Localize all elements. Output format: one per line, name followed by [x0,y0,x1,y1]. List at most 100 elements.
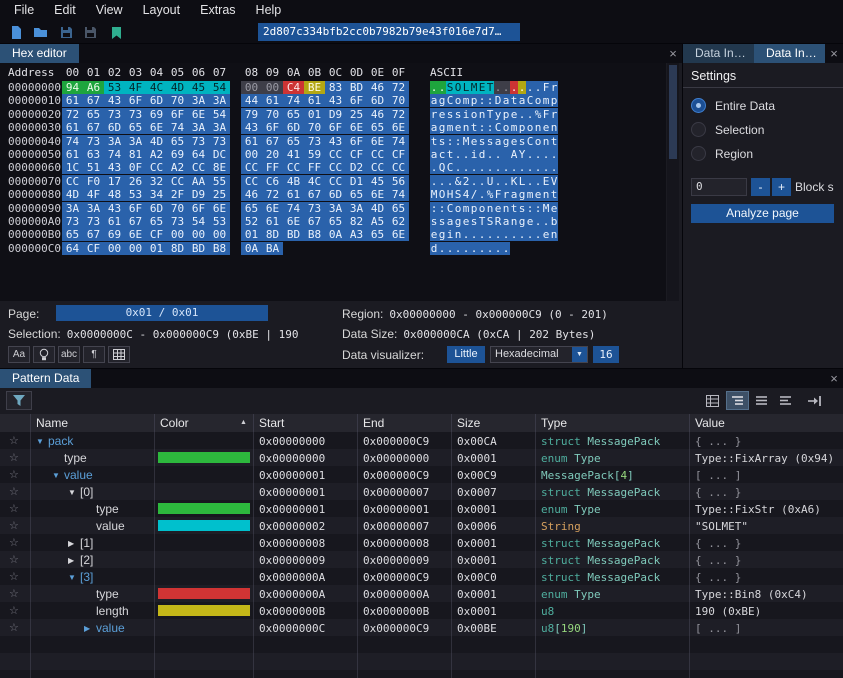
hex-byte[interactable]: 67 [83,121,104,134]
hex-byte[interactable]: 70 [388,94,409,107]
hex-byte[interactable]: 43 [325,94,346,107]
ascii-char[interactable]: . [430,81,438,94]
hex-byte[interactable]: 67 [83,228,104,241]
hex-byte[interactable]: 3A [209,121,230,134]
pattern-row[interactable]: ☆value0x000000020x000000070x0006String"S… [0,517,843,534]
hex-byte[interactable]: 61 [241,135,262,148]
hex-byte[interactable]: 6E [388,121,409,134]
ascii-char[interactable]: r [550,108,558,121]
hex-byte[interactable]: 70 [167,202,188,215]
hex-byte[interactable]: CC [62,175,83,188]
ascii-char[interactable]: e [550,202,558,215]
ascii-char[interactable]: . [486,242,494,255]
hex-byte[interactable]: 65 [346,188,367,201]
favorite-star-icon[interactable]: ☆ [9,519,19,532]
block-size-decrement-button[interactable]: - [751,178,770,196]
hex-byte[interactable]: A2 [146,148,167,161]
hex-byte[interactable]: 6E [367,135,388,148]
ascii-char[interactable]: . [454,148,462,161]
hex-byte[interactable]: 6F [325,121,346,134]
hex-byte[interactable]: 61 [304,94,325,107]
save-button[interactable] [56,24,76,41]
ascii-char[interactable]: . [478,242,486,255]
hex-byte[interactable]: 6E [388,228,409,241]
ascii-char[interactable]: m [446,121,454,134]
hex-byte[interactable]: 43 [104,94,125,107]
hex-byte[interactable]: 3A [188,94,209,107]
hex-byte[interactable]: CC [241,175,262,188]
hex-byte[interactable]: 59 [304,148,325,161]
hex-byte[interactable]: 0A [325,228,346,241]
ascii-char[interactable]: . [502,242,510,255]
ascii-char[interactable]: a [502,215,510,228]
align-view-button[interactable] [774,391,797,410]
create-bookmark-button[interactable] [106,24,126,41]
ascii-char[interactable]: a [494,135,502,148]
ascii-char[interactable]: A [510,148,518,161]
ascii-char[interactable]: T [486,81,494,94]
hex-byte[interactable]: 54 [209,108,230,121]
hex-byte[interactable]: 6E [262,202,283,215]
ascii-char[interactable]: L [518,175,526,188]
ascii-char[interactable]: . [526,108,534,121]
ascii-char[interactable]: E [478,81,486,94]
ascii-char[interactable]: . [494,242,502,255]
hex-byte[interactable]: 6E [367,188,388,201]
ascii-char[interactable]: . [470,175,478,188]
ascii-char[interactable]: : [454,135,462,148]
hex-byte[interactable]: 70 [262,108,283,121]
hex-byte[interactable]: 73 [209,135,230,148]
hex-byte[interactable]: 25 [209,188,230,201]
ascii-char[interactable]: & [454,175,462,188]
ascii-char[interactable]: : [478,94,486,107]
close-icon[interactable]: × [664,44,682,63]
hex-byte[interactable]: 72 [388,108,409,121]
ascii-char[interactable]: M [470,81,478,94]
ascii-char[interactable]: . [494,228,502,241]
ascii-char[interactable]: a [430,94,438,107]
pattern-row[interactable]: ☆▼pack0x000000000x000000C90x00CAstruct M… [0,432,843,449]
ascii-char[interactable]: d [478,148,486,161]
hex-byte[interactable]: 73 [83,215,104,228]
ascii-char[interactable]: M [462,135,470,148]
hex-byte[interactable]: CF [83,242,104,255]
hex-byte[interactable]: D1 [346,175,367,188]
ascii-char[interactable]: S [446,81,454,94]
hex-byte[interactable]: 25 [346,108,367,121]
ascii-char[interactable]: m [526,188,534,201]
favorite-star-icon[interactable]: ☆ [9,502,19,515]
ascii-char[interactable]: . [542,215,550,228]
column-header-name[interactable]: Name [36,416,68,430]
hex-byte[interactable]: 53 [209,215,230,228]
favorite-star-icon[interactable]: ☆ [9,485,19,498]
hex-byte[interactable]: C6 [262,175,283,188]
tab-hex-editor[interactable]: Hex editor [0,44,79,63]
ascii-char[interactable]: e [462,215,470,228]
hex-byte[interactable]: 00 [209,228,230,241]
uppercase-toggle-button[interactable]: Aa [8,346,30,363]
ascii-char[interactable]: : [446,135,454,148]
ascii-char[interactable]: m [542,94,550,107]
ascii-char[interactable]: a [510,188,518,201]
hex-byte[interactable]: 01 [146,242,167,255]
column-header-end[interactable]: End [363,416,384,430]
ascii-char[interactable]: . [462,242,470,255]
hex-byte[interactable]: 4D [367,202,388,215]
hex-byte[interactable]: CC [188,161,209,174]
pattern-row[interactable]: ☆type0x0000000A0x0000000A0x0001enum Type… [0,585,843,602]
ascii-char[interactable]: Q [438,161,446,174]
ascii-char[interactable]: t [470,121,478,134]
hex-byte[interactable]: CC [241,161,262,174]
ascii-char[interactable]: . [518,161,526,174]
ascii-char[interactable]: . [534,161,542,174]
hex-byte[interactable]: D9 [188,188,209,201]
ascii-toggle-button[interactable]: abc [58,346,80,363]
ascii-char[interactable]: . [446,242,454,255]
hex-byte[interactable]: FF [262,161,283,174]
ascii-char[interactable]: r [502,188,510,201]
hex-byte[interactable]: 53 [104,81,125,94]
hex-byte[interactable]: 4C [146,81,167,94]
ascii-char[interactable]: . [526,175,534,188]
ascii-char[interactable]: i [446,228,454,241]
ascii-char[interactable]: t [510,94,518,107]
